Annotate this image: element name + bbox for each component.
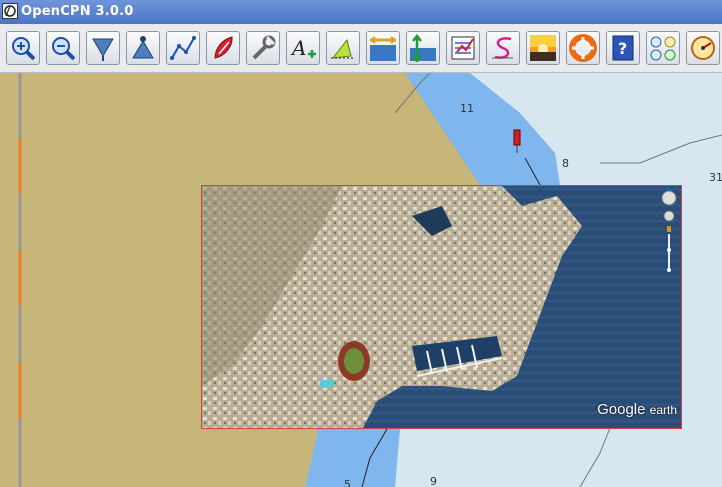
sunset-icon: [530, 35, 556, 61]
current-icon: [410, 34, 436, 62]
lifebuoy-button[interactable]: [566, 31, 600, 65]
svg-text:?: ?: [618, 39, 627, 58]
tide-icon: [370, 36, 396, 61]
route-manager-button[interactable]: [446, 31, 480, 65]
zoom-in-icon: [12, 37, 36, 61]
title-bar: OpenCPN 3.0.0: [0, 0, 722, 24]
route-button[interactable]: [166, 31, 200, 65]
lifebuoy-icon: [569, 34, 597, 62]
ais-button[interactable]: [326, 31, 360, 65]
chart-canvas[interactable]: 11 8 31 5 9 Google earth: [0, 73, 722, 487]
scale-down-button[interactable]: [86, 31, 120, 65]
scale-up-icon: [132, 36, 154, 59]
follow-ship-button[interactable]: [206, 31, 240, 65]
google-earth-logo: Google earth: [597, 401, 677, 418]
depth-sounding: 8: [562, 157, 569, 170]
depth-sounding: 5: [344, 478, 351, 487]
plugin-button[interactable]: [686, 31, 720, 65]
ship-icon: [214, 36, 233, 59]
depth-sounding: 9: [430, 475, 437, 487]
zoom-out-button[interactable]: [46, 31, 80, 65]
window-title: OpenCPN 3.0.0: [21, 4, 134, 19]
scale-down-icon: [92, 38, 114, 61]
route-manager-icon: [451, 36, 475, 60]
settings-wrench-icon: [252, 35, 276, 60]
track-button[interactable]: [486, 31, 520, 65]
current-button[interactable]: [406, 31, 440, 65]
ais-icon: [331, 38, 355, 59]
dashboard-button[interactable]: [646, 31, 680, 65]
tide-button[interactable]: [366, 31, 400, 65]
main-toolbar: A ?: [0, 24, 722, 73]
zoom-in-button[interactable]: [6, 31, 40, 65]
depth-sounding: 11: [460, 102, 474, 115]
buoy-marker[interactable]: [513, 129, 521, 146]
settings-button[interactable]: [246, 31, 280, 65]
sunset-button[interactable]: [526, 31, 560, 65]
help-button[interactable]: ?: [606, 31, 640, 65]
dashboard-icon: [650, 36, 676, 61]
svg-text:A: A: [290, 36, 306, 60]
text-add-button[interactable]: A: [286, 31, 320, 65]
text-add-icon: A: [290, 36, 316, 60]
shallow-water-area: [305, 429, 400, 487]
scale-up-button[interactable]: [126, 31, 160, 65]
satellite-image: [202, 186, 681, 428]
satellite-overlay[interactable]: Google earth: [201, 185, 682, 429]
zoom-out-icon: [52, 37, 76, 61]
track-icon: [492, 37, 513, 59]
opencpn-logo-icon: [2, 3, 18, 19]
earth-navigation-control[interactable]: [660, 190, 678, 276]
help-icon: ?: [612, 35, 634, 61]
route-icon: [170, 36, 196, 60]
plugin-icon: [691, 36, 715, 60]
depth-sounding: 31: [709, 171, 722, 184]
